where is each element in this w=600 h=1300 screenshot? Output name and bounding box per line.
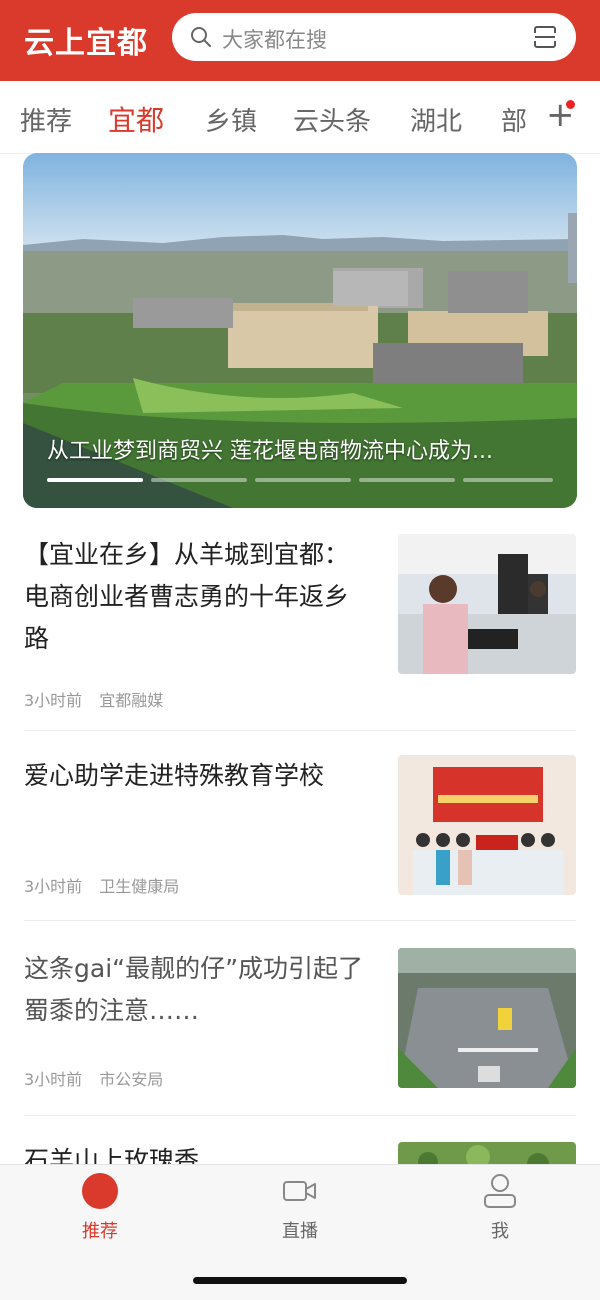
news-title: 爱心助学走进特殊教育学校 — [24, 761, 325, 790]
divider — [24, 920, 576, 921]
scan-icon[interactable] — [532, 24, 558, 50]
news-item[interactable]: 这条gai“最靓的仔”成功引起了蜀黍的注意…… 3小时前 市公安局 — [0, 930, 600, 1105]
nav-me[interactable]: 我 — [440, 1165, 560, 1255]
news-thumbnail — [398, 948, 576, 1088]
home-indicator[interactable] — [193, 1277, 407, 1284]
news-item[interactable]: 石羊山上玫瑰香 — [0, 1125, 600, 1165]
news-source: 市公安局 — [99, 1070, 164, 1089]
search-bar[interactable]: 大家都在搜 — [172, 13, 576, 61]
carousel-dot-4 — [359, 478, 455, 482]
news-title: 石羊山上玫瑰香 — [24, 1146, 200, 1165]
banner-caption: 从工业梦到商贸兴 莲花堰电商物流中心成为... — [47, 439, 493, 464]
tab-yidu[interactable]: 宜都 — [108, 99, 164, 139]
carousel-dot-5 — [463, 478, 553, 482]
nav-recommend[interactable]: 推荐 — [40, 1165, 160, 1255]
tab-recommend[interactable]: 推荐 — [20, 101, 72, 138]
notification-dot — [566, 100, 575, 109]
channel-tabs: 推荐 宜都 乡镇 云头条 湖北 部 + — [0, 81, 600, 154]
news-thumbnail — [398, 755, 576, 895]
app-header: 云上宜都 大家都在搜 — [0, 0, 600, 81]
divider — [24, 730, 576, 731]
news-time: 3小时前 — [24, 877, 83, 896]
carousel-dot-3 — [255, 478, 351, 482]
search-placeholder: 大家都在搜 — [222, 28, 327, 52]
tab-hubei[interactable]: 湖北 — [410, 101, 462, 138]
user-icon — [484, 1174, 516, 1208]
tab-departments[interactable]: 部 — [501, 101, 527, 138]
home-circle-icon — [82, 1173, 118, 1209]
news-item[interactable]: 爱心助学走进特殊教育学校 3小时前 卫生健康局 — [0, 740, 600, 910]
carousel-dot-2 — [151, 478, 247, 482]
banner-carousel[interactable]: 从工业梦到商贸兴 莲花堰电商物流中心成为... — [23, 153, 577, 508]
news-time: 3小时前 — [24, 1070, 83, 1089]
app-title: 云上宜都 — [24, 26, 148, 61]
news-time: 3小时前 — [24, 691, 83, 710]
news-title: 【宜业在乡】从羊城到宜都：电商创业者曹志勇的十年返乡路 — [24, 540, 350, 653]
news-item[interactable]: 【宜业在乡】从羊城到宜都：电商创业者曹志勇的十年返乡路 3小时前 宜都融媒 — [0, 520, 600, 720]
video-camera-icon — [283, 1181, 316, 1201]
tab-towns[interactable]: 乡镇 — [205, 101, 257, 138]
nav-label: 推荐 — [82, 1221, 118, 1242]
search-icon — [191, 27, 211, 47]
carousel-indicator — [47, 478, 553, 482]
nav-live[interactable]: 直播 — [240, 1165, 360, 1255]
news-title: 这条gai“最靓的仔”成功引起了蜀黍的注意…… — [24, 954, 364, 1025]
news-source: 宜都融媒 — [99, 691, 164, 710]
carousel-dot-1 — [47, 478, 143, 482]
news-meta: 3小时前 市公安局 — [24, 1066, 175, 1090]
news-source: 卫生健康局 — [99, 877, 180, 896]
news-meta: 3小时前 卫生健康局 — [24, 873, 191, 897]
news-thumbnail — [398, 1142, 576, 1165]
news-meta: 3小时前 宜都融媒 — [24, 687, 175, 711]
tab-cloud-headlines[interactable]: 云头条 — [293, 101, 371, 138]
divider — [24, 1115, 576, 1116]
nav-label: 直播 — [282, 1221, 318, 1242]
nav-label: 我 — [491, 1221, 509, 1242]
news-thumbnail — [398, 534, 576, 674]
